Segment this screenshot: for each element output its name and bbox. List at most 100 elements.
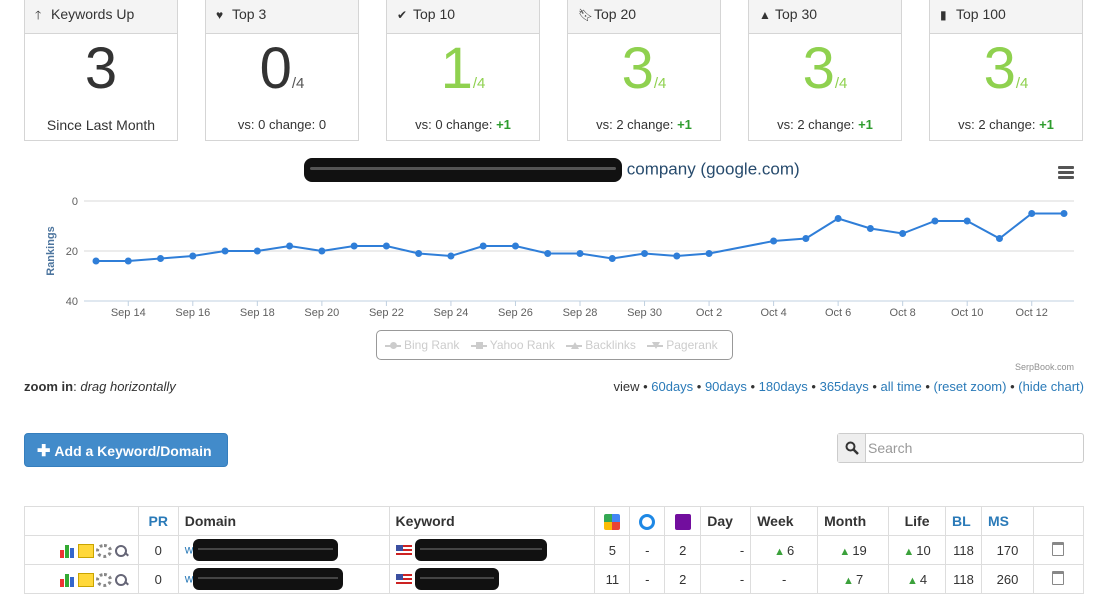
data-point[interactable] [995, 235, 1003, 242]
data-point[interactable] [931, 217, 939, 225]
ms-header[interactable]: MS [981, 506, 1034, 536]
x-tick-label: Oct 8 [890, 307, 916, 319]
data-point[interactable] [124, 257, 132, 265]
card-title: Top 100 [956, 6, 1006, 22]
data-point[interactable] [802, 235, 810, 242]
data-point[interactable] [608, 255, 616, 262]
bing-icon [639, 513, 656, 530]
yahoo-header[interactable] [664, 506, 702, 536]
keyword-cell[interactable] [388, 535, 596, 565]
yahoo-rank-cell: 2 [664, 564, 702, 594]
redacted-domain [193, 568, 344, 590]
month-header[interactable]: Month [817, 506, 890, 536]
delete-cell [1032, 535, 1085, 565]
zoom-60days-link[interactable]: 60days [651, 379, 693, 394]
card-title: Top 20 [594, 6, 637, 22]
life-header[interactable]: Life [888, 506, 947, 536]
data-point[interactable] [1060, 210, 1068, 217]
trash-icon[interactable] [1052, 541, 1065, 556]
chart-plot[interactable]: 0 20 40 Rankings Sep 14 Sep 16 Sep 18 Sep 20 Sep… [24, 150, 1086, 328]
card-footer: vs: 2 change: [958, 117, 1040, 132]
y-axis-label: Rankings [45, 226, 57, 276]
note-icon[interactable] [77, 543, 94, 558]
x-tick-label: Oct 10 [951, 307, 983, 319]
reset-zoom-link[interactable]: (reset zoom) [934, 379, 1007, 394]
zoom-90days-link[interactable]: 90days [705, 379, 747, 394]
data-point[interactable] [770, 237, 778, 245]
data-point[interactable] [157, 255, 165, 262]
y-tick-label: 0 [72, 196, 78, 208]
data-point[interactable] [866, 225, 874, 232]
domain-cell[interactable]: w [177, 564, 390, 594]
magnifier-icon[interactable] [114, 573, 130, 587]
gear-icon[interactable] [95, 543, 112, 558]
google-header[interactable] [594, 506, 631, 536]
data-point[interactable] [221, 247, 229, 255]
x-tick-label: Sep 22 [369, 307, 404, 319]
add-keyword-button[interactable]: ✚ Add a Keyword/Domain [24, 433, 228, 467]
zoom-180days-link[interactable]: 180days [759, 379, 808, 394]
search-input[interactable] [868, 436, 1078, 460]
data-point[interactable] [92, 257, 100, 265]
data-point[interactable] [641, 250, 649, 257]
data-point[interactable] [899, 230, 907, 237]
card-of: /4 [834, 75, 848, 92]
data-point[interactable] [834, 215, 842, 222]
bing-header[interactable] [629, 506, 666, 536]
trash-icon[interactable] [1052, 570, 1065, 585]
data-point[interactable] [705, 250, 713, 257]
x-tick-label: Sep 30 [627, 307, 662, 319]
day-header[interactable]: Day [700, 506, 752, 536]
card-of: /4 [1015, 75, 1029, 92]
card-title: Top 10 [413, 6, 456, 22]
zoom-365days-link[interactable]: 365days [820, 379, 869, 394]
data-point[interactable] [382, 242, 390, 250]
x-tick-label: Sep 24 [433, 307, 468, 319]
chart-credit[interactable]: SerpBook.com [1015, 362, 1074, 372]
legend-item-backlinks[interactable]: Backlinks [566, 338, 636, 352]
pr-header[interactable]: PR [137, 506, 179, 536]
ranking-chart[interactable]: company (google.com) 0 20 40 Rankings Sep 14… [24, 150, 1086, 375]
data-point[interactable] [286, 242, 294, 250]
bl-header[interactable]: BL [945, 506, 982, 536]
data-point[interactable] [415, 250, 423, 257]
keyword-cell[interactable] [388, 564, 596, 594]
magnifier-icon[interactable] [114, 544, 130, 558]
data-point[interactable] [350, 242, 358, 250]
data-point[interactable] [189, 252, 197, 260]
data-point[interactable] [673, 252, 681, 260]
data-point[interactable] [447, 252, 455, 260]
chart-icon[interactable] [59, 544, 76, 558]
data-point[interactable] [576, 250, 584, 257]
legend-item-pagerank[interactable]: Pagerank [647, 338, 718, 352]
data-point[interactable] [511, 242, 519, 250]
domain-cell[interactable]: w [177, 535, 390, 565]
data-point[interactable] [544, 250, 552, 257]
card-footer: vs: 0 change: [415, 117, 497, 132]
zoom-all-time-link[interactable]: all time [881, 379, 922, 394]
hide-chart-link[interactable]: (hide chart) [1018, 379, 1084, 394]
card-footer: vs: 0 change: 0 [237, 117, 327, 132]
keyword-header[interactable]: Keyword [388, 506, 596, 536]
gear-icon[interactable] [95, 572, 112, 587]
row-actions [24, 564, 139, 594]
card-of: /4 [653, 75, 667, 92]
bing-rank-cell: - [629, 535, 666, 565]
chart-icon[interactable] [59, 573, 76, 587]
domain-header[interactable]: Domain [177, 506, 390, 536]
week-header[interactable]: Week [750, 506, 819, 536]
note-icon[interactable] [77, 572, 94, 587]
data-point[interactable] [1028, 210, 1036, 217]
legend-item-yahoo[interactable]: Yahoo Rank [470, 338, 555, 352]
search-icon[interactable] [838, 434, 866, 462]
y-tick-label: 40 [66, 296, 78, 308]
data-point[interactable] [318, 247, 326, 255]
data-point[interactable] [963, 217, 971, 225]
legend-item-bing[interactable]: Bing Rank [385, 338, 459, 352]
data-point[interactable] [479, 242, 487, 250]
bl-cell: 118 [945, 535, 982, 565]
google-rank-cell: 11 [594, 564, 631, 594]
data-point[interactable] [253, 247, 261, 255]
table-row: 0 w 5 - 2 - ▲ 6 ▲ 19 ▲ 10 118 170 [24, 535, 1085, 565]
bl-cell: 118 [945, 564, 982, 594]
